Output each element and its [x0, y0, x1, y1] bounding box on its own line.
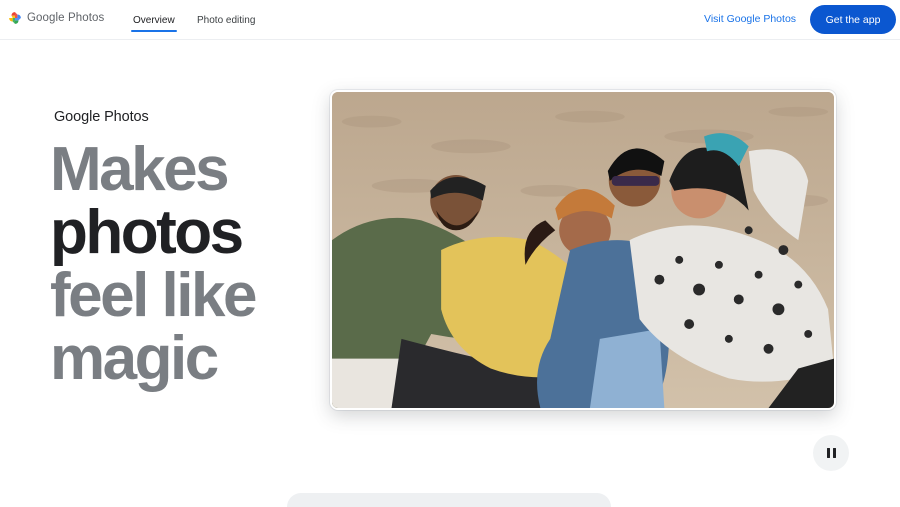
headline-line-3: feel like	[50, 261, 257, 330]
pause-icon-bar	[832, 448, 836, 458]
hero-photo	[330, 90, 836, 410]
visit-google-photos-link[interactable]: Visit Google Photos	[704, 13, 796, 25]
headline-line-2: photos	[50, 198, 244, 267]
logo-text: Google Photos	[27, 12, 105, 24]
get-the-app-button[interactable]: Get the app	[810, 5, 896, 34]
section-nav-pill[interactable]	[287, 493, 611, 507]
top-navigation: Google Photos Overview Photo editing Vis…	[0, 0, 900, 40]
hero-headline: Makes photos feel like magic	[50, 135, 257, 393]
headline-line-1: Makes	[50, 135, 230, 204]
headline-line-4: magic	[50, 324, 219, 393]
hero-brand-wordmark: Google Photos	[54, 109, 149, 125]
tab-photo-editing[interactable]: Photo editing	[197, 0, 255, 40]
pause-icon	[826, 448, 830, 458]
pause-slideshow-button[interactable]	[813, 435, 849, 471]
tab-overview[interactable]: Overview	[131, 0, 177, 40]
google-photos-logo[interactable]: Google Photos	[8, 11, 104, 25]
group-photo-illustration	[332, 92, 834, 408]
photos-pinwheel-icon	[9, 12, 21, 24]
